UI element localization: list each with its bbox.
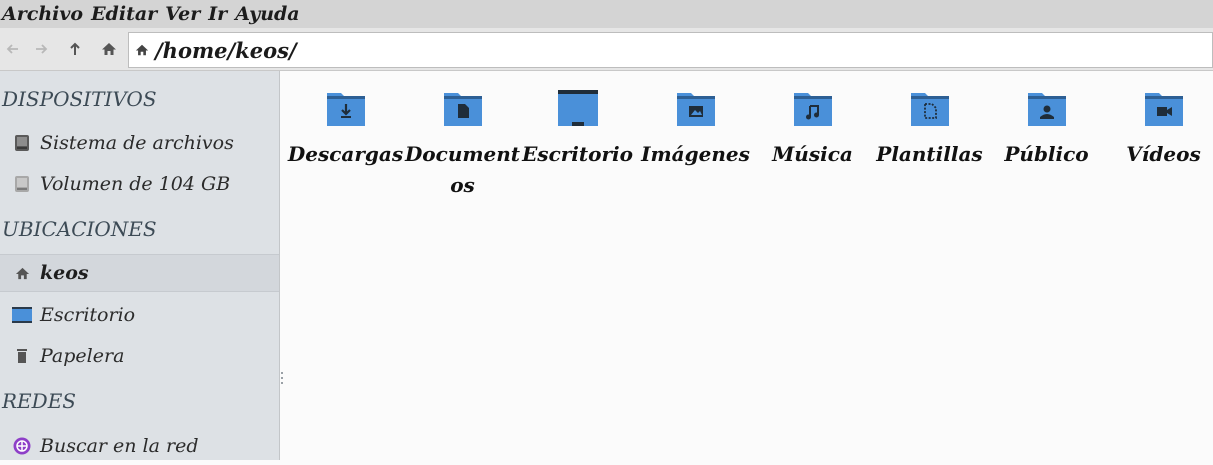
- folder-label: Vídeos: [1126, 142, 1201, 166]
- folder-label: Música: [772, 142, 853, 166]
- sidebar-item-volumen[interactable]: Volumen de 104 GB: [0, 165, 279, 203]
- drive-icon: [11, 132, 33, 154]
- folder-music-icon: [793, 93, 832, 126]
- file-view: Descargas Documentos Escritorio Imágenes: [283, 71, 1213, 460]
- sidebar-item-label: Volumen de 104 GB: [40, 173, 231, 195]
- toolbar: /home/keos/: [0, 28, 1213, 71]
- sidebar-item-label: Papelera: [40, 345, 125, 367]
- sidebar-item-buscar-en-la-red[interactable]: Buscar en la red: [0, 427, 279, 465]
- menu-bar: Archivo Editar Ver Ir Ayuda: [0, 0, 1213, 28]
- menu-ayuda[interactable]: Ayuda: [233, 0, 305, 28]
- drive-removable-icon: [11, 173, 33, 195]
- folder-label: Imágenes: [641, 142, 750, 166]
- back-button[interactable]: [2, 38, 24, 60]
- menu-ir[interactable]: Ir: [206, 0, 233, 28]
- sidebar-item-label: Buscar en la red: [40, 435, 199, 457]
- trash-icon: [11, 345, 33, 367]
- folder-label: Público: [1004, 142, 1089, 166]
- home-icon: [135, 43, 149, 57]
- section-networks: REDES: [2, 389, 76, 413]
- network-icon: [11, 435, 33, 457]
- sidebar-item-escritorio[interactable]: Escritorio: [0, 296, 279, 334]
- sidebar-item-label: keos: [40, 262, 89, 284]
- folder-item-publico[interactable]: Público: [988, 89, 1105, 170]
- folder-item-imagenes[interactable]: Imágenes: [637, 89, 754, 170]
- folder-documents-icon: [443, 93, 482, 126]
- sidebar-item-sistema-de-archivos[interactable]: Sistema de archivos: [0, 124, 279, 162]
- folder-public-icon: [1027, 93, 1066, 126]
- forward-button[interactable]: [30, 38, 52, 60]
- folder-download-icon: [326, 93, 365, 126]
- arrow-right-icon: [36, 44, 48, 54]
- location-bar[interactable]: /home/keos/: [128, 32, 1213, 68]
- folder-item-descargas[interactable]: Descargas: [287, 89, 404, 170]
- folder-label: Plantillas: [876, 142, 983, 166]
- folder-label: Documentos: [404, 142, 521, 197]
- folder-item-plantillas[interactable]: Plantillas: [871, 89, 988, 170]
- sidebar-item-label: Sistema de archivos: [40, 132, 234, 154]
- section-devices: DISPOSITIVOS: [2, 87, 157, 111]
- arrow-up-icon: [70, 42, 80, 55]
- folder-item-videos[interactable]: Vídeos: [1105, 89, 1213, 170]
- section-places: UBICACIONES: [2, 217, 157, 241]
- menu-editar[interactable]: Editar: [89, 0, 163, 28]
- folder-label: Descargas: [287, 142, 404, 166]
- up-button[interactable]: [64, 38, 86, 60]
- home-icon: [11, 262, 33, 284]
- location-path: /home/keos/: [155, 37, 297, 63]
- home-icon: [102, 43, 116, 55]
- sidebar-item-label: Escritorio: [40, 304, 136, 326]
- menu-ver[interactable]: Ver: [163, 0, 206, 28]
- desktop-icon: [11, 304, 33, 326]
- folder-item-documentos[interactable]: Documentos: [404, 89, 521, 201]
- folder-item-escritorio[interactable]: Escritorio: [519, 89, 636, 170]
- folder-pictures-icon: [676, 93, 715, 126]
- sidebar-item-keos[interactable]: keos: [0, 254, 279, 292]
- sidebar: DISPOSITIVOS Sistema de archivos Volumen…: [0, 71, 280, 460]
- arrow-left-icon: [6, 44, 18, 54]
- folder-desktop-icon: [557, 90, 598, 126]
- folder-templates-icon: [910, 93, 949, 126]
- folder-videos-icon: [1144, 93, 1183, 126]
- sidebar-item-papelera[interactable]: Papelera: [0, 337, 279, 375]
- folder-label: Escritorio: [522, 142, 633, 166]
- folder-item-musica[interactable]: Música: [754, 89, 871, 170]
- home-button[interactable]: [98, 38, 120, 60]
- menu-archivo[interactable]: Archivo: [0, 0, 89, 28]
